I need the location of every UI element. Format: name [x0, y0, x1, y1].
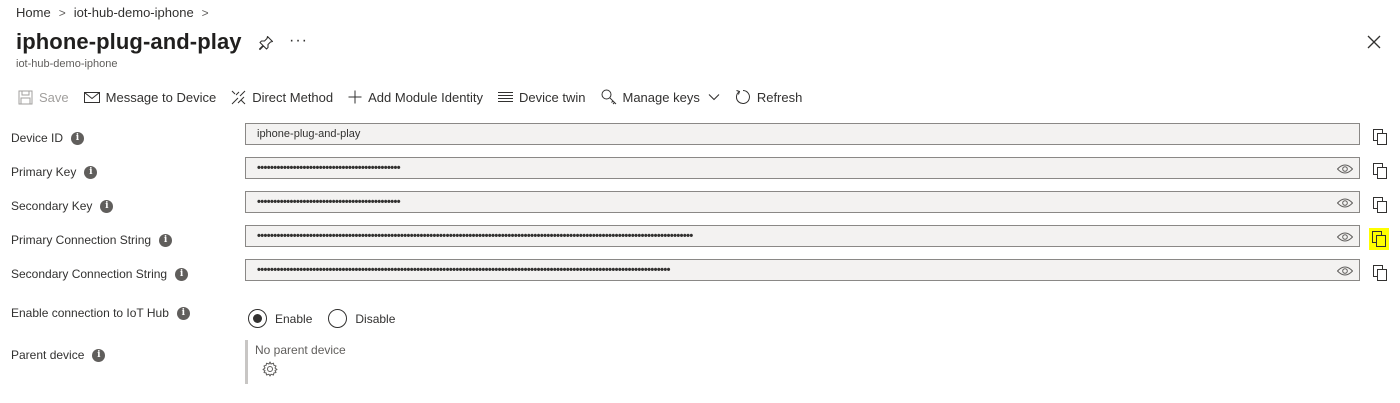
gear-icon[interactable] — [262, 361, 278, 377]
copy-primary-key-button[interactable] — [1371, 161, 1389, 181]
primary-connection-string-field[interactable]: ••••••••••••••••••••••••••••••••••••••••… — [245, 225, 1360, 247]
secondary-connection-string-label: Secondary Connection String i — [11, 267, 189, 281]
copy-icon — [1373, 265, 1387, 281]
breadcrumb-hub-link[interactable]: iot-hub-demo-iphone — [74, 5, 194, 20]
close-icon[interactable] — [1367, 35, 1381, 49]
copy-primary-connection-string-button[interactable] — [1369, 228, 1389, 250]
primary-connection-string-row: Primary Connection String i ••••••••••••… — [0, 225, 1400, 252]
device-id-row: Device ID i iphone-plug-and-play — [0, 123, 1400, 150]
info-icon[interactable]: i — [175, 267, 189, 281]
secondary-key-row: Secondary Key i ••••••••••••••••••••••••… — [0, 191, 1400, 218]
refresh-icon — [735, 90, 750, 104]
key-icon — [601, 89, 616, 105]
radio-unselected-indicator — [328, 309, 348, 328]
show-value-eye-icon[interactable] — [1337, 231, 1353, 243]
device-twin-button[interactable]: Device twin — [498, 87, 586, 107]
info-icon[interactable]: i — [100, 199, 114, 213]
primary-key-field[interactable]: ••••••••••••••••••••••••••••••••••••••••… — [245, 157, 1360, 179]
command-bar: Save Message to Device Direct Method Add… — [18, 87, 817, 107]
refresh-button[interactable]: Refresh — [735, 87, 802, 107]
add-icon — [348, 90, 362, 104]
page-subtitle: iot-hub-demo-iphone — [16, 58, 118, 70]
device-id-label: Device ID i — [11, 131, 85, 145]
parent-device-row: Parent device i — [0, 343, 1400, 367]
enable-connection-row: Enable connection to IoT Hub i — [0, 301, 1400, 325]
info-icon[interactable]: i — [92, 348, 106, 362]
message-to-device-button[interactable]: Message to Device — [83, 87, 216, 107]
manage-keys-button[interactable]: Manage keys — [601, 87, 720, 107]
secondary-key-label: Secondary Key i — [11, 199, 114, 213]
chevron-down-icon — [708, 94, 720, 101]
info-icon[interactable]: i — [176, 306, 190, 320]
copy-secondary-connection-string-button[interactable] — [1371, 263, 1389, 283]
info-icon[interactable]: i — [71, 131, 85, 145]
breadcrumb-separator: > — [201, 5, 209, 20]
secondary-connection-string-row: Secondary Connection String i ••••••••••… — [0, 259, 1400, 286]
direct-method-icon — [231, 90, 246, 104]
direct-method-button[interactable]: Direct Method — [231, 87, 333, 107]
secondary-key-field[interactable]: ••••••••••••••••••••••••••••••••••••••••… — [245, 191, 1360, 213]
show-value-eye-icon[interactable] — [1337, 265, 1353, 277]
enable-connection-label: Enable connection to IoT Hub i — [11, 306, 190, 320]
copy-icon — [1373, 129, 1387, 145]
list-icon — [498, 92, 514, 102]
parent-device-box: No parent device — [245, 340, 346, 384]
info-icon[interactable]: i — [84, 165, 98, 179]
primary-key-label: Primary Key i — [11, 165, 98, 179]
radio-selected-indicator — [248, 309, 267, 328]
page-title: iphone-plug-and-play — [16, 29, 242, 54]
show-value-eye-icon[interactable] — [1337, 163, 1353, 175]
parent-device-label: Parent device i — [11, 348, 106, 362]
connection-radio-group: Enable Disable — [248, 309, 411, 328]
info-icon[interactable]: i — [159, 233, 173, 247]
pin-icon[interactable] — [258, 35, 274, 51]
secondary-connection-string-field[interactable]: ••••••••••••••••••••••••••••••••••••••••… — [245, 259, 1360, 281]
more-options-button[interactable]: ··· — [289, 33, 308, 49]
breadcrumb-separator: > — [58, 5, 66, 20]
primary-key-row: Primary Key i ••••••••••••••••••••••••••… — [0, 157, 1400, 184]
breadcrumb-home-link[interactable]: Home — [16, 5, 51, 20]
copy-secondary-key-button[interactable] — [1371, 195, 1389, 215]
show-value-eye-icon[interactable] — [1337, 197, 1353, 209]
save-icon — [18, 90, 33, 104]
copy-icon — [1373, 163, 1387, 179]
primary-connection-string-label: Primary Connection String i — [11, 233, 173, 247]
device-id-field[interactable]: iphone-plug-and-play — [245, 123, 1360, 145]
parent-device-value: No parent device — [255, 343, 346, 357]
add-module-identity-button[interactable]: Add Module Identity — [348, 87, 483, 107]
save-button[interactable]: Save — [18, 87, 69, 107]
copy-icon — [1373, 197, 1387, 213]
enable-radio[interactable]: Enable — [248, 309, 312, 328]
copy-icon — [1372, 231, 1386, 247]
disable-radio[interactable]: Disable — [328, 309, 395, 328]
breadcrumb: Home > iot-hub-demo-iphone > — [16, 5, 217, 20]
copy-device-id-button[interactable] — [1371, 127, 1389, 147]
mail-icon — [83, 91, 100, 103]
